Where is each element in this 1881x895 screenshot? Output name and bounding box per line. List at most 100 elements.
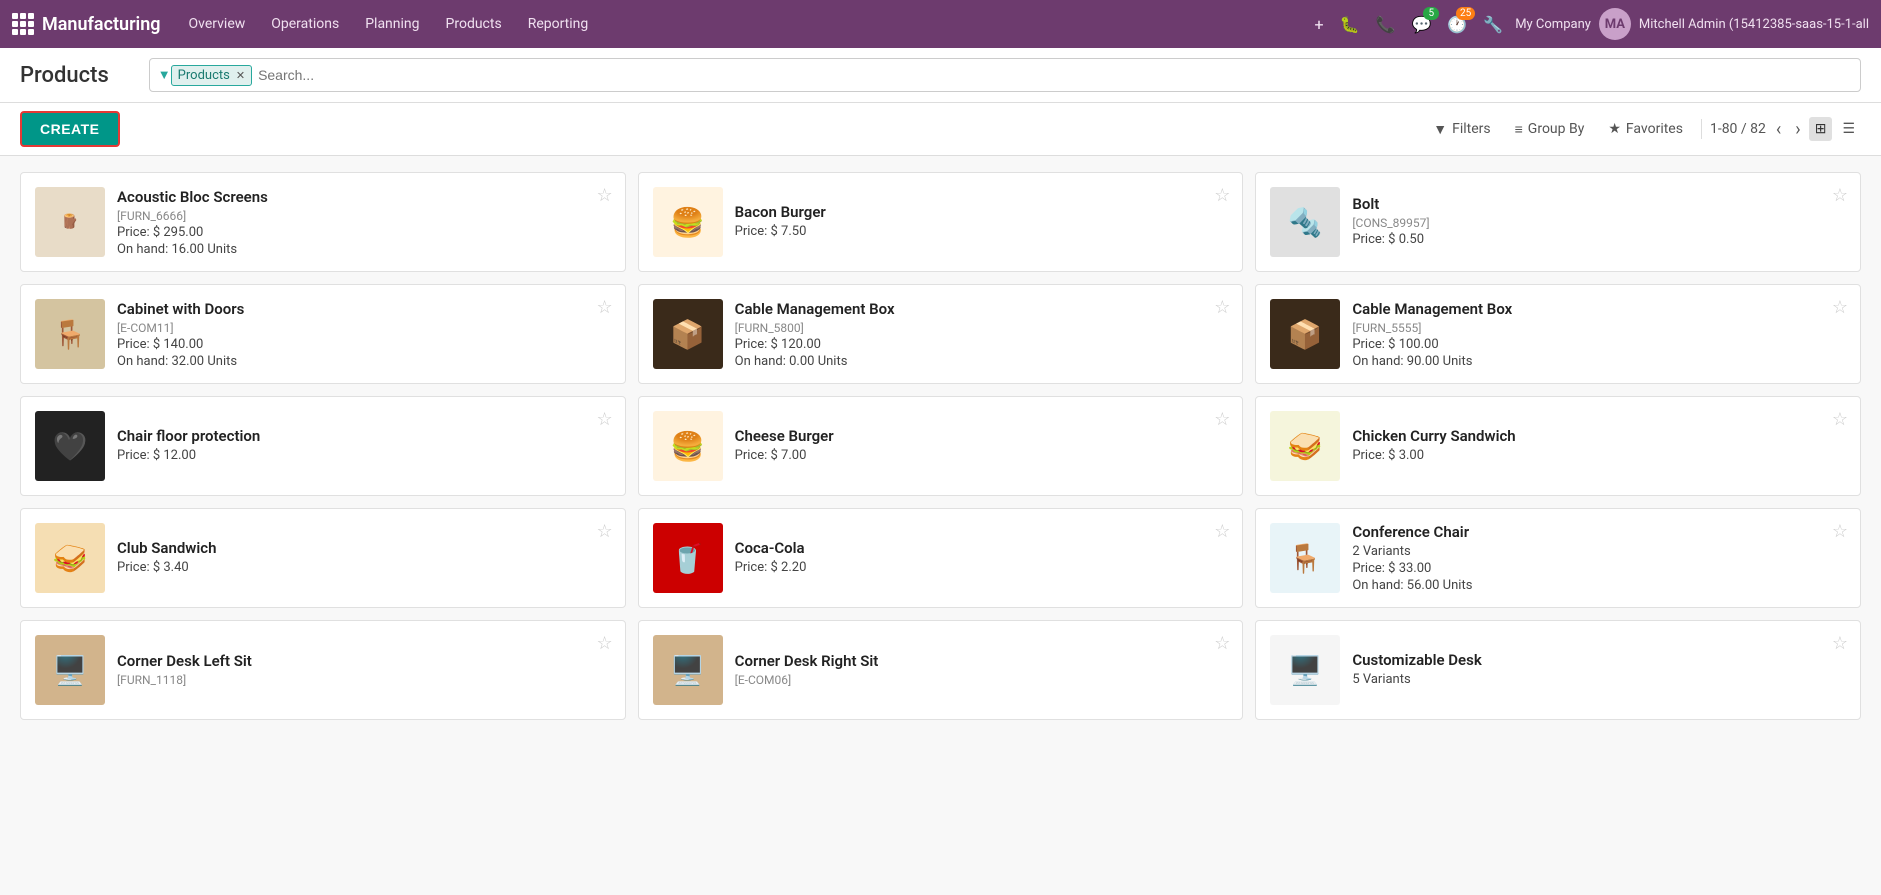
product-image-chicken-curry: 🥪	[1270, 411, 1340, 481]
product-card-club-sandwich[interactable]: 🥪Club SandwichPrice: $ 3.40☆	[20, 508, 626, 608]
filters-button[interactable]: ▼ Filters	[1423, 115, 1500, 144]
create-button[interactable]: CREATE	[20, 111, 120, 147]
product-price: Price: $ 2.20	[735, 560, 1229, 575]
next-page-button[interactable]: ›	[1791, 117, 1804, 142]
filters-label: Filters	[1452, 121, 1491, 137]
favorite-star-button[interactable]: ☆	[1214, 409, 1230, 430]
nav-item-overview[interactable]: Overview	[177, 10, 258, 38]
product-card-chair-floor-protect[interactable]: 🖤Chair floor protectionPrice: $ 12.00☆	[20, 396, 626, 496]
product-image-cable-mgmt-5800: 📦	[653, 299, 723, 369]
product-ref: [FURN_5555]	[1352, 321, 1846, 335]
product-image-coca-cola: 🥤	[653, 523, 723, 593]
username-display[interactable]: Mitchell Admin (15412385-saas-15-1-all	[1639, 17, 1869, 32]
favorite-star-button[interactable]: ☆	[597, 185, 613, 206]
product-card-cabinet-doors[interactable]: 🪑Cabinet with Doors[E-COM11]Price: $ 140…	[20, 284, 626, 384]
favorite-star-button[interactable]: ☆	[597, 633, 613, 654]
product-name: Cabinet with Doors	[117, 300, 611, 318]
groupby-label: Group By	[1528, 121, 1585, 137]
product-price: Price: $ 0.50	[1352, 232, 1846, 247]
bug-icon[interactable]: 🐛	[1336, 11, 1364, 38]
product-ref: [FURN_6666]	[117, 209, 611, 223]
product-stock: On hand: 56.00 Units	[1352, 578, 1846, 593]
kanban-view-button[interactable]: ⊞	[1809, 117, 1833, 141]
product-info-corner-desk-left: Corner Desk Left Sit[FURN_1118]	[117, 652, 611, 689]
company-selector[interactable]: My Company	[1515, 17, 1591, 32]
filter-icon: ▼	[158, 67, 171, 83]
clock-icon[interactable]: 🕐 25	[1443, 11, 1471, 38]
product-ref: [E-COM11]	[117, 321, 611, 335]
search-filter-tag[interactable]: Products ✕	[171, 65, 252, 86]
chat-icon[interactable]: 💬 5	[1407, 11, 1435, 38]
product-name: Cheese Burger	[735, 427, 1229, 445]
main-menu: OverviewOperationsPlanningProductsReport…	[177, 10, 1307, 38]
product-card-customizable-desk[interactable]: 🖥️ Customizable Desk5 Variants☆	[1255, 620, 1861, 720]
avatar[interactable]: MA	[1599, 8, 1631, 40]
phone-icon[interactable]: 📞	[1372, 11, 1400, 38]
product-card-chicken-curry[interactable]: 🥪Chicken Curry SandwichPrice: $ 3.00☆	[1255, 396, 1861, 496]
product-image-club-sandwich: 🥪	[35, 523, 105, 593]
product-card-bacon-burger[interactable]: 🍔Bacon BurgerPrice: $ 7.50☆	[638, 172, 1244, 272]
product-card-coca-cola[interactable]: 🥤 Coca-ColaPrice: $ 2.20☆	[638, 508, 1244, 608]
product-info-customizable-desk: Customizable Desk5 Variants	[1352, 651, 1846, 689]
favorites-button[interactable]: ★ Favorites	[1598, 115, 1693, 143]
product-name: Cable Management Box	[1352, 300, 1846, 318]
favorite-star-button[interactable]: ☆	[597, 297, 613, 318]
app-brand[interactable]: Manufacturing	[12, 13, 161, 35]
add-menu-icon[interactable]: +	[1311, 11, 1328, 38]
product-name: Chair floor protection	[117, 427, 611, 445]
product-card-cable-mgmt-5800[interactable]: 📦Cable Management Box[FURN_5800]Price: $…	[638, 284, 1244, 384]
product-stock: On hand: 32.00 Units	[117, 354, 611, 369]
favorite-star-button[interactable]: ☆	[1214, 185, 1230, 206]
product-name: Corner Desk Right Sit	[735, 652, 1229, 670]
nav-item-operations[interactable]: Operations	[259, 10, 351, 38]
product-image-cheese-burger: 🍔	[653, 411, 723, 481]
nav-item-products[interactable]: Products	[434, 10, 514, 38]
list-view-button[interactable]: ☰	[1836, 117, 1861, 141]
favorite-star-button[interactable]: ☆	[1832, 633, 1848, 654]
prev-page-button[interactable]: ‹	[1772, 117, 1785, 142]
favorite-star-button[interactable]: ☆	[1214, 297, 1230, 318]
product-info-coca-cola: Coca-ColaPrice: $ 2.20	[735, 539, 1229, 577]
product-card-cheese-burger[interactable]: 🍔Cheese BurgerPrice: $ 7.00☆	[638, 396, 1244, 496]
favorite-star-button[interactable]: ☆	[1214, 521, 1230, 542]
favorite-star-button[interactable]: ☆	[1832, 297, 1848, 318]
product-name: Bacon Burger	[735, 203, 1229, 221]
favorite-star-button[interactable]: ☆	[1832, 521, 1848, 542]
groupby-button[interactable]: ≡ Group By	[1505, 115, 1595, 144]
product-image-bolt: 🔩	[1270, 187, 1340, 257]
favorite-star-button[interactable]: ☆	[597, 409, 613, 430]
wrench-icon[interactable]: 🔧	[1479, 11, 1507, 38]
product-name: Acoustic Bloc Screens	[117, 188, 611, 206]
product-image-customizable-desk: 🖥️	[1270, 635, 1340, 705]
product-card-cable-mgmt-5555[interactable]: 📦Cable Management Box[FURN_5555]Price: $…	[1255, 284, 1861, 384]
product-price: Price: $ 3.40	[117, 560, 611, 575]
product-ref: [FURN_1118]	[117, 673, 611, 687]
product-card-acoustic-bloc[interactable]: 🪵Acoustic Bloc Screens[FURN_6666]Price: …	[20, 172, 626, 272]
nav-item-reporting[interactable]: Reporting	[516, 10, 601, 38]
search-input[interactable]	[252, 67, 1852, 83]
favorite-star-button[interactable]: ☆	[1832, 409, 1848, 430]
product-card-bolt[interactable]: 🔩Bolt[CONS_89957]Price: $ 0.50☆	[1255, 172, 1861, 272]
product-info-cable-mgmt-5800: Cable Management Box[FURN_5800]Price: $ …	[735, 300, 1229, 369]
product-price: Price: $ 12.00	[117, 448, 611, 463]
product-card-corner-desk-left[interactable]: 🖥️Corner Desk Left Sit[FURN_1118]☆	[20, 620, 626, 720]
chat-badge: 5	[1423, 7, 1439, 20]
favorite-star-button[interactable]: ☆	[1832, 185, 1848, 206]
filter-tag-label: Products	[178, 68, 230, 83]
nav-item-planning[interactable]: Planning	[353, 10, 431, 38]
product-ref: [CONS_89957]	[1352, 216, 1846, 230]
product-card-conference-chair[interactable]: 🪑Conference Chair2 VariantsPrice: $ 33.0…	[1255, 508, 1861, 608]
filter-tag-close[interactable]: ✕	[236, 69, 245, 82]
grid-menu-icon[interactable]	[12, 13, 34, 35]
favorite-star-button[interactable]: ☆	[597, 521, 613, 542]
product-image-conference-chair: 🪑	[1270, 523, 1340, 593]
product-price: Price: $ 33.00	[1352, 561, 1846, 576]
product-card-corner-desk-right[interactable]: 🖥️ Corner Desk Right Sit[E-COM06]☆	[638, 620, 1244, 720]
favorite-star-button[interactable]: ☆	[1214, 633, 1230, 654]
favorites-label: Favorites	[1626, 121, 1683, 137]
product-price: Price: $ 295.00	[117, 225, 611, 240]
product-info-bacon-burger: Bacon BurgerPrice: $ 7.50	[735, 203, 1229, 241]
product-variants: 5 Variants	[1352, 672, 1846, 687]
product-info-corner-desk-right: Corner Desk Right Sit[E-COM06]	[735, 652, 1229, 689]
product-image-corner-desk-right: 🖥️	[653, 635, 723, 705]
